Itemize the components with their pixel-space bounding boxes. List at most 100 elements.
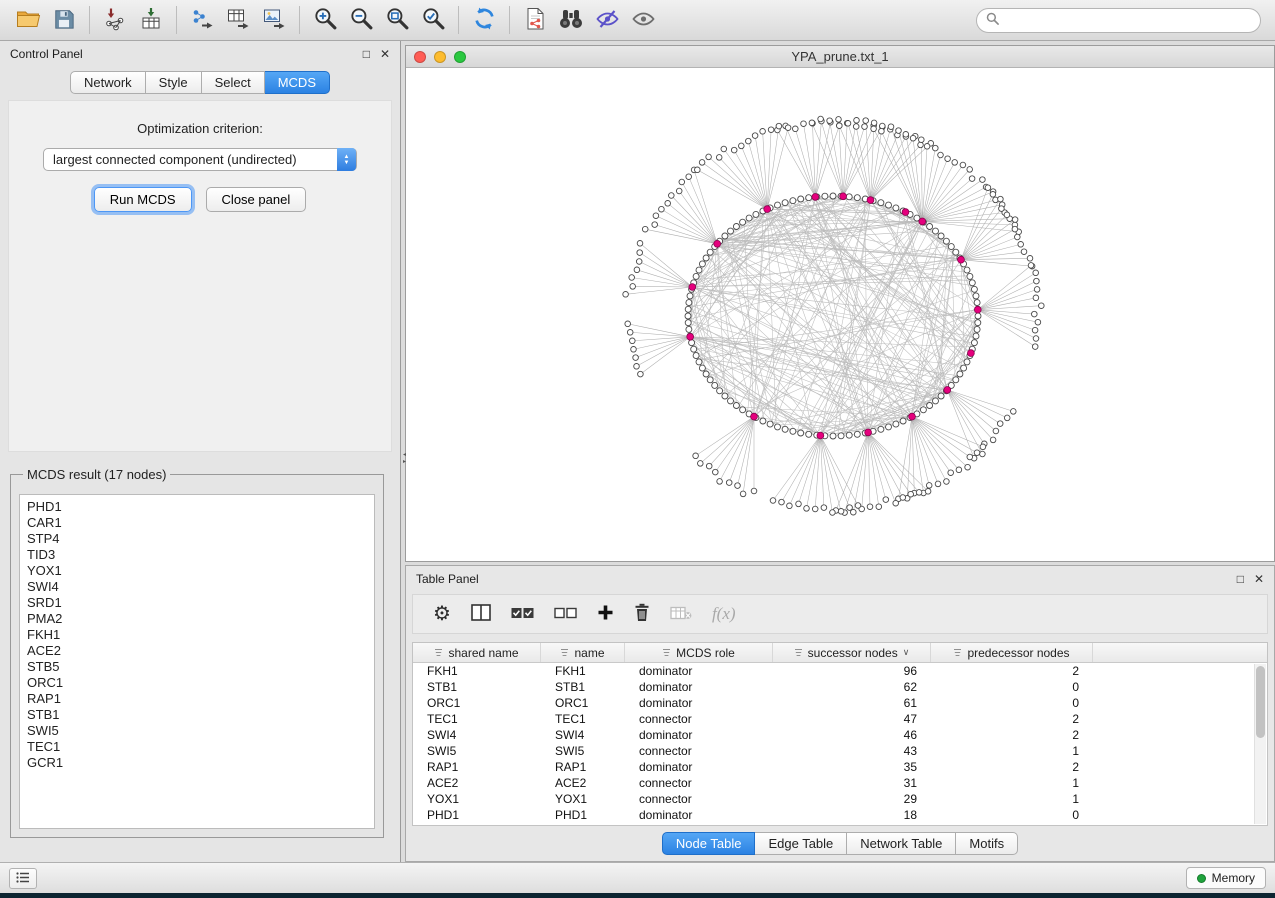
- float-panel-icon[interactable]: □: [1237, 573, 1244, 585]
- select-all-columns-button[interactable]: [511, 607, 534, 622]
- zoom-fit-button[interactable]: [379, 4, 415, 36]
- table-cell: dominator: [625, 696, 773, 710]
- mcds-result-item[interactable]: STP4: [27, 531, 367, 547]
- show-columns-button[interactable]: [471, 604, 491, 624]
- close-panel-icon[interactable]: ✕: [1254, 573, 1264, 585]
- tab-network-table[interactable]: Network Table: [847, 832, 956, 855]
- column-header[interactable]: shared name: [413, 643, 541, 662]
- network-canvas[interactable]: [406, 68, 1274, 561]
- eye-slash-icon: [595, 8, 620, 33]
- mcds-result-item[interactable]: SWI4: [27, 579, 367, 595]
- table-cell: connector: [625, 744, 773, 758]
- tab-edge-table[interactable]: Edge Table: [755, 832, 847, 855]
- show-all-button[interactable]: [625, 4, 661, 36]
- toolbar-separator: [89, 6, 90, 34]
- table-row[interactable]: SWI5SWI5connector431: [413, 743, 1267, 759]
- table-cell: 18: [773, 808, 931, 822]
- open-file-button[interactable]: [10, 4, 46, 36]
- float-panel-icon[interactable]: □: [363, 48, 370, 60]
- mcds-result-item[interactable]: SWI5: [27, 723, 367, 739]
- panel-splitter-handle[interactable]: ◂ ▸: [401, 446, 408, 472]
- network-titlebar[interactable]: YPA_prune.txt_1: [406, 46, 1274, 68]
- column-header[interactable]: successor nodes∨: [773, 643, 931, 662]
- export-network-icon: [190, 7, 214, 34]
- mcds-result-item[interactable]: TEC1: [27, 739, 367, 755]
- mcds-result-item[interactable]: YOX1: [27, 563, 367, 579]
- export-network-button[interactable]: [184, 4, 220, 36]
- search-network-button[interactable]: [553, 4, 589, 36]
- hide-selected-button[interactable]: [589, 4, 625, 36]
- table-row[interactable]: ORC1ORC1dominator610: [413, 695, 1267, 711]
- toolbar-separator: [176, 6, 177, 34]
- mcds-result-item[interactable]: TID3: [27, 547, 367, 563]
- mcds-result-item[interactable]: CAR1: [27, 515, 367, 531]
- table-cell: dominator: [625, 728, 773, 742]
- table-row[interactable]: FKH1FKH1dominator962: [413, 663, 1267, 679]
- criterion-dropdown[interactable]: largest connected component (undirected)…: [43, 148, 357, 171]
- import-table-button[interactable]: [133, 4, 169, 36]
- table-row[interactable]: STB1STB1dominator620: [413, 679, 1267, 695]
- tab-mcds[interactable]: MCDS: [265, 71, 330, 94]
- zoom-out-button[interactable]: [343, 4, 379, 36]
- apply-layout-button[interactable]: [466, 4, 502, 36]
- close-panel-icon[interactable]: ✕: [380, 48, 390, 60]
- tab-style[interactable]: Style: [146, 71, 202, 94]
- global-search-input[interactable]: [1005, 13, 1251, 28]
- global-search-field[interactable]: [976, 8, 1261, 33]
- close-panel-button[interactable]: Close panel: [206, 187, 307, 212]
- column-header[interactable]: name: [541, 643, 625, 662]
- table-row[interactable]: TEC1TEC1connector472: [413, 711, 1267, 727]
- tab-select[interactable]: Select: [202, 71, 265, 94]
- table-cell: SWI5: [413, 744, 541, 758]
- show-task-history-button[interactable]: [9, 868, 37, 889]
- table-body: FKH1FKH1dominator962STB1STB1dominator620…: [413, 663, 1267, 823]
- save-icon: [53, 8, 75, 33]
- mcds-result-item[interactable]: ACE2: [27, 643, 367, 659]
- import-network-button[interactable]: [97, 4, 133, 36]
- list-icon: [16, 871, 30, 886]
- export-table-button[interactable]: [220, 4, 256, 36]
- save-session-button[interactable]: [46, 4, 82, 36]
- table-row[interactable]: RAP1RAP1dominator352: [413, 759, 1267, 775]
- mcds-result-item[interactable]: ORC1: [27, 675, 367, 691]
- mcds-result-list: PHD1CAR1STP4TID3YOX1SWI4SRD1PMA2FKH1ACE2…: [19, 494, 375, 829]
- tab-motifs[interactable]: Motifs: [956, 832, 1018, 855]
- control-panel: Control Panel □ ✕ NetworkStyleSelectMCDS…: [0, 41, 401, 862]
- column-header[interactable]: predecessor nodes: [931, 643, 1093, 662]
- table-settings-button[interactable]: ⚙: [433, 604, 451, 624]
- mcds-result-item[interactable]: GCR1: [27, 755, 367, 771]
- zoom-selected-button[interactable]: [415, 4, 451, 36]
- plus-icon: [597, 604, 614, 624]
- table-cell: YOX1: [541, 792, 625, 806]
- mcds-result-item[interactable]: PMA2: [27, 611, 367, 627]
- toolbar-separator: [458, 6, 459, 34]
- mcds-result-item[interactable]: PHD1: [27, 499, 367, 515]
- scrollbar-thumb[interactable]: [1256, 666, 1265, 738]
- export-image-button[interactable]: [256, 4, 292, 36]
- clear-values-button[interactable]: [670, 606, 692, 623]
- copy-network-button[interactable]: [517, 4, 553, 36]
- run-mcds-button[interactable]: Run MCDS: [94, 187, 192, 212]
- table-row[interactable]: YOX1YOX1connector291: [413, 791, 1267, 807]
- optimization-criterion-label: Optimization criterion:: [9, 121, 391, 136]
- table-cell: dominator: [625, 760, 773, 774]
- table-row[interactable]: ACE2ACE2connector311: [413, 775, 1267, 791]
- function-builder-button[interactable]: f(x): [712, 604, 736, 624]
- zoom-in-icon: [313, 6, 338, 34]
- mcds-result-item[interactable]: STB1: [27, 707, 367, 723]
- table-row[interactable]: PHD1PHD1dominator180: [413, 807, 1267, 823]
- create-column-button[interactable]: [597, 604, 614, 624]
- table-row[interactable]: SWI4SWI4dominator462: [413, 727, 1267, 743]
- column-header[interactable]: MCDS role: [625, 643, 773, 662]
- table-scrollbar[interactable]: [1254, 664, 1266, 824]
- deselect-all-columns-button[interactable]: [554, 607, 577, 622]
- mcds-result-item[interactable]: STB5: [27, 659, 367, 675]
- zoom-in-button[interactable]: [307, 4, 343, 36]
- mcds-result-item[interactable]: SRD1: [27, 595, 367, 611]
- mcds-result-item[interactable]: RAP1: [27, 691, 367, 707]
- delete-column-button[interactable]: [634, 603, 650, 625]
- mcds-result-item[interactable]: FKH1: [27, 627, 367, 643]
- tab-node-table[interactable]: Node Table: [662, 832, 756, 855]
- memory-button[interactable]: Memory: [1186, 867, 1266, 889]
- tab-network[interactable]: Network: [70, 71, 146, 94]
